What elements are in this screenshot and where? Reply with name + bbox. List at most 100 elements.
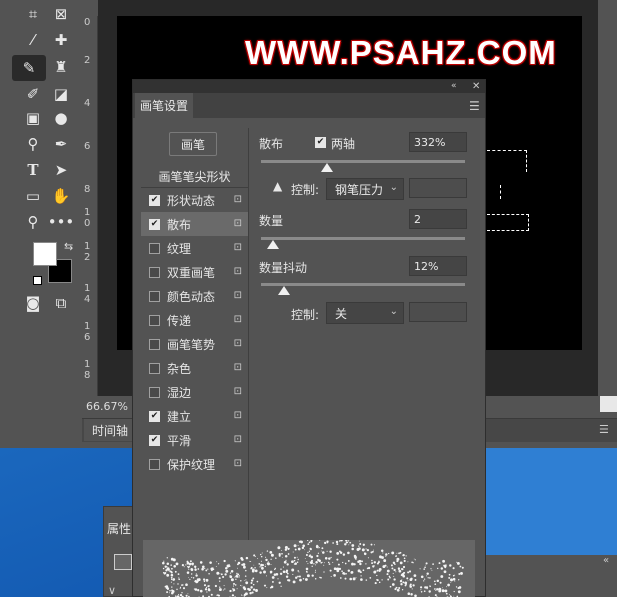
option-checkbox[interactable]: ✔ xyxy=(149,410,160,422)
brush-option-item[interactable]: 传递 ⊡ xyxy=(141,308,248,332)
blur-tool-icon[interactable]: ● xyxy=(48,107,74,129)
preview-dot xyxy=(430,568,432,570)
option-checkbox[interactable]: ✔ xyxy=(149,194,160,206)
preview-dot xyxy=(207,568,209,570)
foreground-color-swatch[interactable] xyxy=(33,242,57,266)
clone-stamp-tool-icon[interactable]: ♜ xyxy=(48,56,74,78)
chevron-down-icon[interactable]: ∨ xyxy=(108,584,116,597)
eraser-tool-icon[interactable]: ◪ xyxy=(48,83,74,105)
count-jitter-input[interactable]: 12% xyxy=(409,256,467,276)
dodge-tool-icon[interactable]: ⚲ xyxy=(20,133,46,155)
lock-icon[interactable]: ⊡ xyxy=(234,434,242,445)
type-tool-icon[interactable]: T xyxy=(20,159,46,181)
tab-brush-settings[interactable]: 画笔设置 xyxy=(135,93,193,118)
brush-option-item[interactable]: 杂色 ⊡ xyxy=(141,356,248,380)
count-slider-thumb[interactable] xyxy=(267,240,279,249)
panel-title-bar[interactable] xyxy=(133,80,485,93)
brush-option-item[interactable]: ✔ 平滑 ⊡ xyxy=(141,428,248,452)
lock-icon[interactable]: ⊡ xyxy=(234,218,242,229)
preview-dot xyxy=(244,575,247,577)
brush-option-item[interactable]: 纹理 ⊡ xyxy=(141,236,248,260)
panel-menu-icon[interactable]: ☰ xyxy=(599,423,609,436)
collapse-icon[interactable]: « xyxy=(603,555,609,566)
brush-option-item[interactable]: ✔ 散布 ⊡ xyxy=(141,212,248,236)
lock-icon[interactable]: ⊡ xyxy=(234,242,242,253)
close-icon[interactable]: ✕ xyxy=(472,80,480,93)
crop-tool-icon[interactable]: ⌗ xyxy=(20,3,46,25)
collapse-panel-icon[interactable]: « xyxy=(451,80,457,93)
lock-icon[interactable]: ⊡ xyxy=(234,362,242,373)
more-tools-icon[interactable]: ••• xyxy=(48,211,75,233)
jitter-control-select[interactable]: 关 ⌄ xyxy=(326,302,404,324)
zoom-tool-icon[interactable]: ⚲ xyxy=(20,211,46,233)
preview-dot xyxy=(224,588,226,590)
option-checkbox[interactable]: ✔ xyxy=(149,434,160,446)
lock-icon[interactable]: ⊡ xyxy=(234,458,242,469)
option-checkbox[interactable] xyxy=(149,242,160,254)
quick-mask-icon[interactable]: ◙ xyxy=(20,292,46,314)
healing-brush-tool-icon[interactable]: ✚ xyxy=(48,29,74,51)
chevron-down-icon: ⌄ xyxy=(389,182,398,193)
brush-option-item[interactable]: 保护纹理 ⊡ xyxy=(141,452,248,476)
preview-dot xyxy=(308,550,310,552)
lock-icon[interactable]: ⊡ xyxy=(234,290,242,301)
preview-dot xyxy=(185,564,187,566)
eyedropper-tool-icon[interactable]: ⁄ xyxy=(20,29,46,51)
count-input[interactable]: 2 xyxy=(409,209,467,229)
preview-dot xyxy=(389,576,391,579)
option-checkbox[interactable]: ✔ xyxy=(149,218,160,230)
count-jitter-slider[interactable] xyxy=(261,283,465,286)
preview-dot xyxy=(378,581,381,584)
brush-tip-shape-item[interactable]: 画笔笔尖形状 xyxy=(141,166,248,188)
option-checkbox[interactable] xyxy=(149,362,160,374)
option-checkbox[interactable] xyxy=(149,290,160,302)
preview-dot xyxy=(233,582,235,585)
count-slider[interactable] xyxy=(261,237,465,240)
brush-option-item[interactable]: 双重画笔 ⊡ xyxy=(141,260,248,284)
swap-colors-icon[interactable]: ⇆ xyxy=(64,240,73,253)
rectangle-tool-icon[interactable]: ▭ xyxy=(20,185,46,207)
option-checkbox[interactable] xyxy=(149,266,160,278)
brush-tool-icon[interactable]: ✎ xyxy=(12,55,46,81)
preview-dot xyxy=(461,566,464,569)
pen-tool-icon[interactable]: ✒ xyxy=(48,133,74,155)
scatter-slider-thumb[interactable] xyxy=(321,163,333,172)
option-checkbox[interactable] xyxy=(149,314,160,326)
default-colors-icon[interactable] xyxy=(33,276,42,285)
lock-icon[interactable]: ⊡ xyxy=(234,410,242,421)
brush-option-item[interactable]: 湿边 ⊡ xyxy=(141,380,248,404)
path-selection-tool-icon[interactable]: ➤ xyxy=(48,159,74,181)
lock-icon[interactable]: ⊡ xyxy=(234,314,242,325)
gradient-tool-icon[interactable]: ▣ xyxy=(20,107,46,129)
count-jitter-slider-thumb[interactable] xyxy=(278,286,290,295)
brush-option-item[interactable]: ✔ 形状动态 ⊡ xyxy=(141,188,248,212)
tab-timeline[interactable]: 时间轴 xyxy=(84,419,136,441)
scatter-slider[interactable] xyxy=(261,160,465,163)
brush-option-item[interactable]: 颜色动态 ⊡ xyxy=(141,284,248,308)
preview-dot xyxy=(306,561,308,563)
preview-dot xyxy=(275,557,277,559)
brush-option-item[interactable]: 画笔笔势 ⊡ xyxy=(141,332,248,356)
tab-properties[interactable]: 属性 xyxy=(107,520,131,537)
option-checkbox[interactable] xyxy=(149,386,160,398)
hand-tool-icon[interactable]: ✋ xyxy=(48,185,74,207)
both-axes-checkbox[interactable]: ✔ xyxy=(315,137,326,148)
lock-icon[interactable]: ⊡ xyxy=(234,338,242,349)
lock-icon[interactable]: ⊡ xyxy=(234,386,242,397)
preview-dot xyxy=(434,583,437,586)
brush-option-item[interactable]: ✔ 建立 ⊡ xyxy=(141,404,248,428)
history-brush-tool-icon[interactable]: ✐ xyxy=(20,83,46,105)
scatter-control-select[interactable]: 钢笔压力 ⌄ xyxy=(326,178,404,200)
option-checkbox[interactable] xyxy=(149,458,160,470)
preview-dot xyxy=(366,567,369,570)
scatter-input[interactable]: 332% xyxy=(409,132,467,152)
screen-mode-icon[interactable]: ⧉ xyxy=(48,292,74,314)
panel-menu-icon[interactable]: ☰ xyxy=(469,99,480,113)
option-checkbox[interactable] xyxy=(149,338,160,350)
brush-presets-button[interactable]: 画笔 xyxy=(169,132,217,156)
lock-icon[interactable]: ⊡ xyxy=(234,266,242,277)
zoom-level[interactable]: 66.67% xyxy=(86,400,128,413)
preview-dot xyxy=(277,546,281,550)
frame-tool-icon[interactable]: ⊠ xyxy=(48,3,74,25)
lock-icon[interactable]: ⊡ xyxy=(234,194,242,205)
